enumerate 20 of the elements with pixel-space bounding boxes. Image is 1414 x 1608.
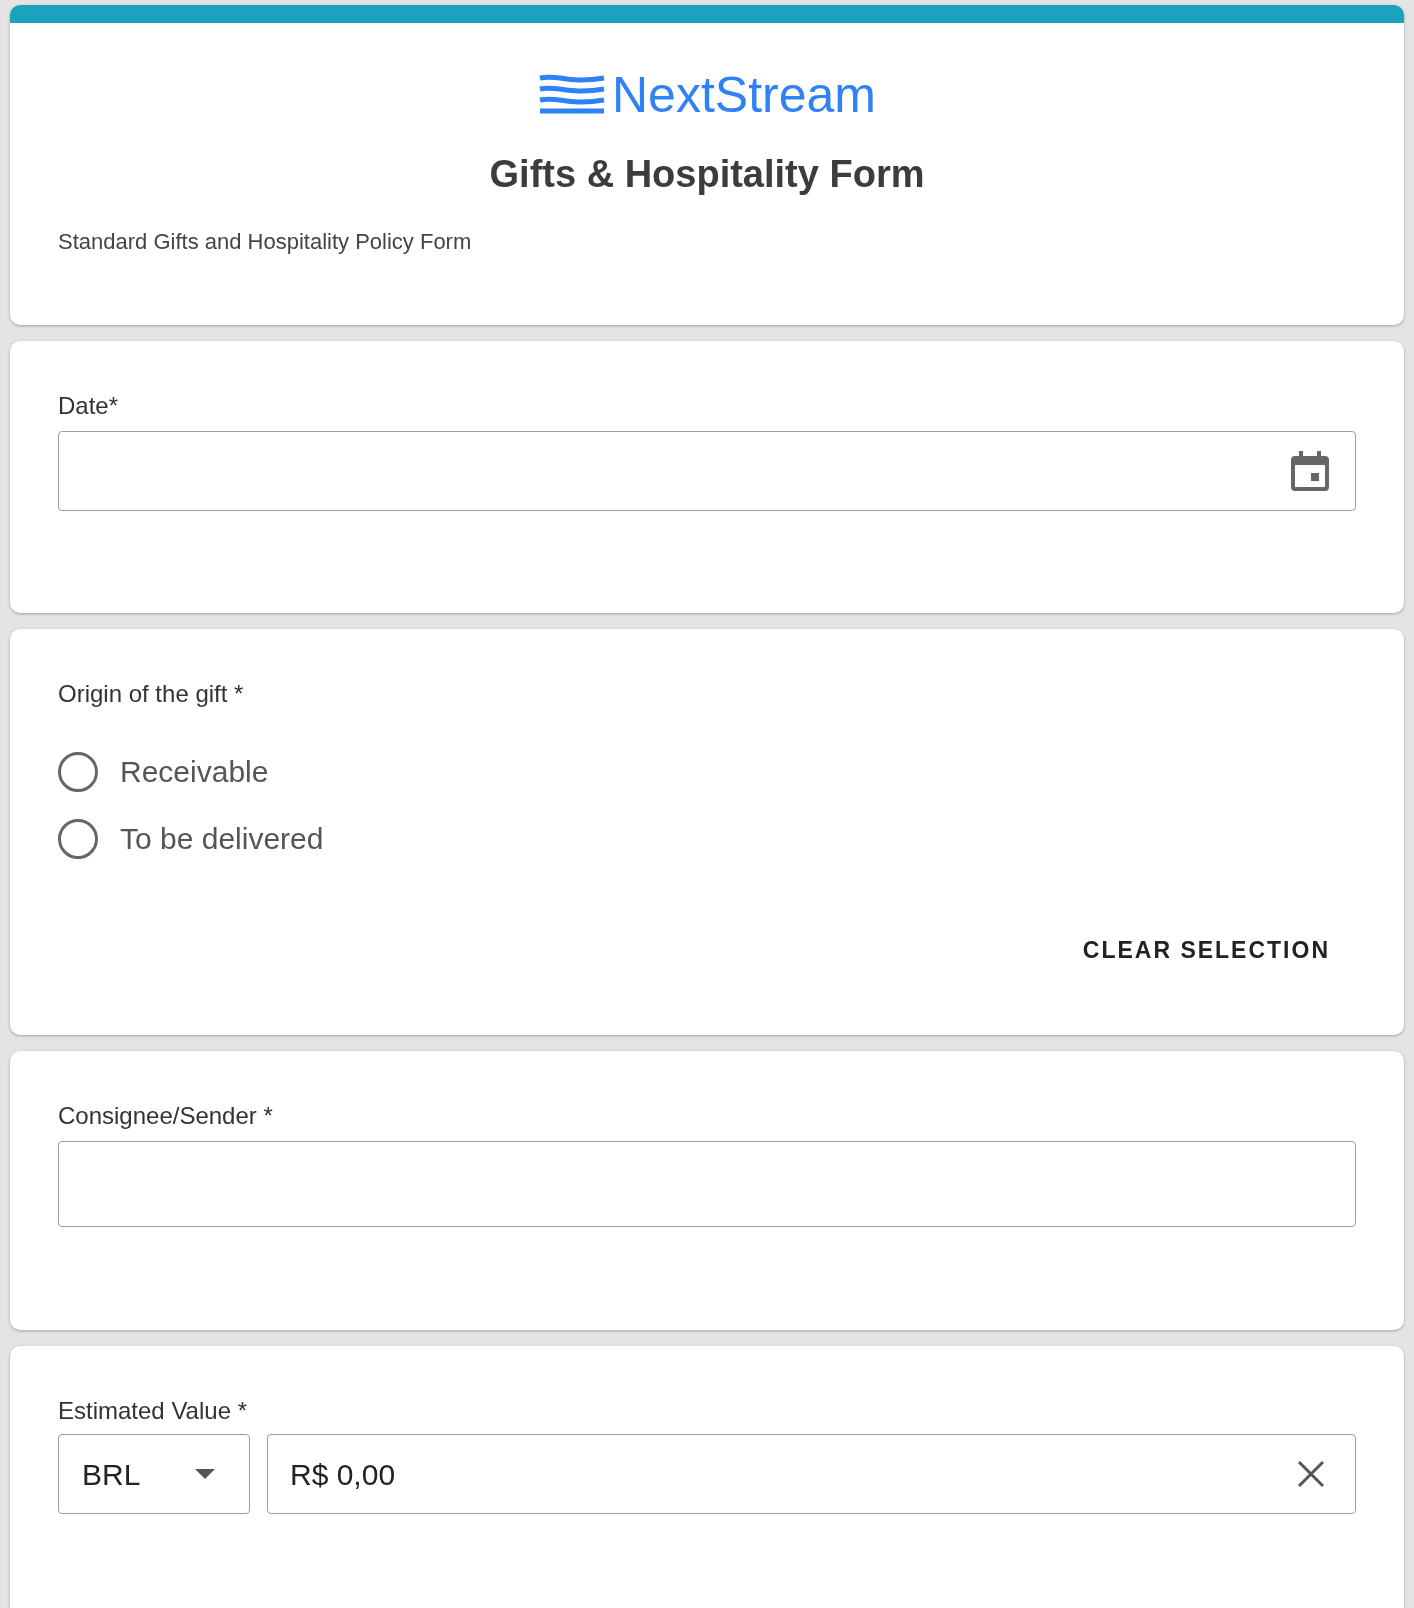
radio-option[interactable]: Receivable (58, 749, 269, 794)
radio-button[interactable] (58, 818, 98, 859)
form-title: Gifts & Hospitality Form (489, 152, 925, 197)
field-label: Origin of the gift * (58, 679, 244, 709)
waves-icon (538, 74, 606, 116)
clear-icon[interactable] (1297, 1460, 1325, 1488)
dropdown-caret-icon (195, 1469, 215, 1479)
value-input-field[interactable]: R$ 0,00 (267, 1434, 1356, 1514)
date-field[interactable] (58, 431, 1356, 511)
currency-select[interactable]: BRL (58, 1434, 250, 1514)
clear-selection-button[interactable]: CLEAR SELECTION (1080, 933, 1332, 968)
field-label: Date* (58, 391, 119, 421)
consignee-input-field[interactable] (58, 1141, 1356, 1227)
brand-name: NextStream (612, 67, 876, 123)
calendar-icon (1291, 451, 1329, 491)
form-description: Standard Gifts and Hospitality Policy Form (58, 228, 472, 256)
field-label: Estimated Value * (58, 1396, 247, 1426)
field-label: Consignee/Sender * (58, 1101, 273, 1131)
radio-button[interactable] (58, 751, 98, 792)
radio-option[interactable]: To be delivered (58, 816, 324, 861)
